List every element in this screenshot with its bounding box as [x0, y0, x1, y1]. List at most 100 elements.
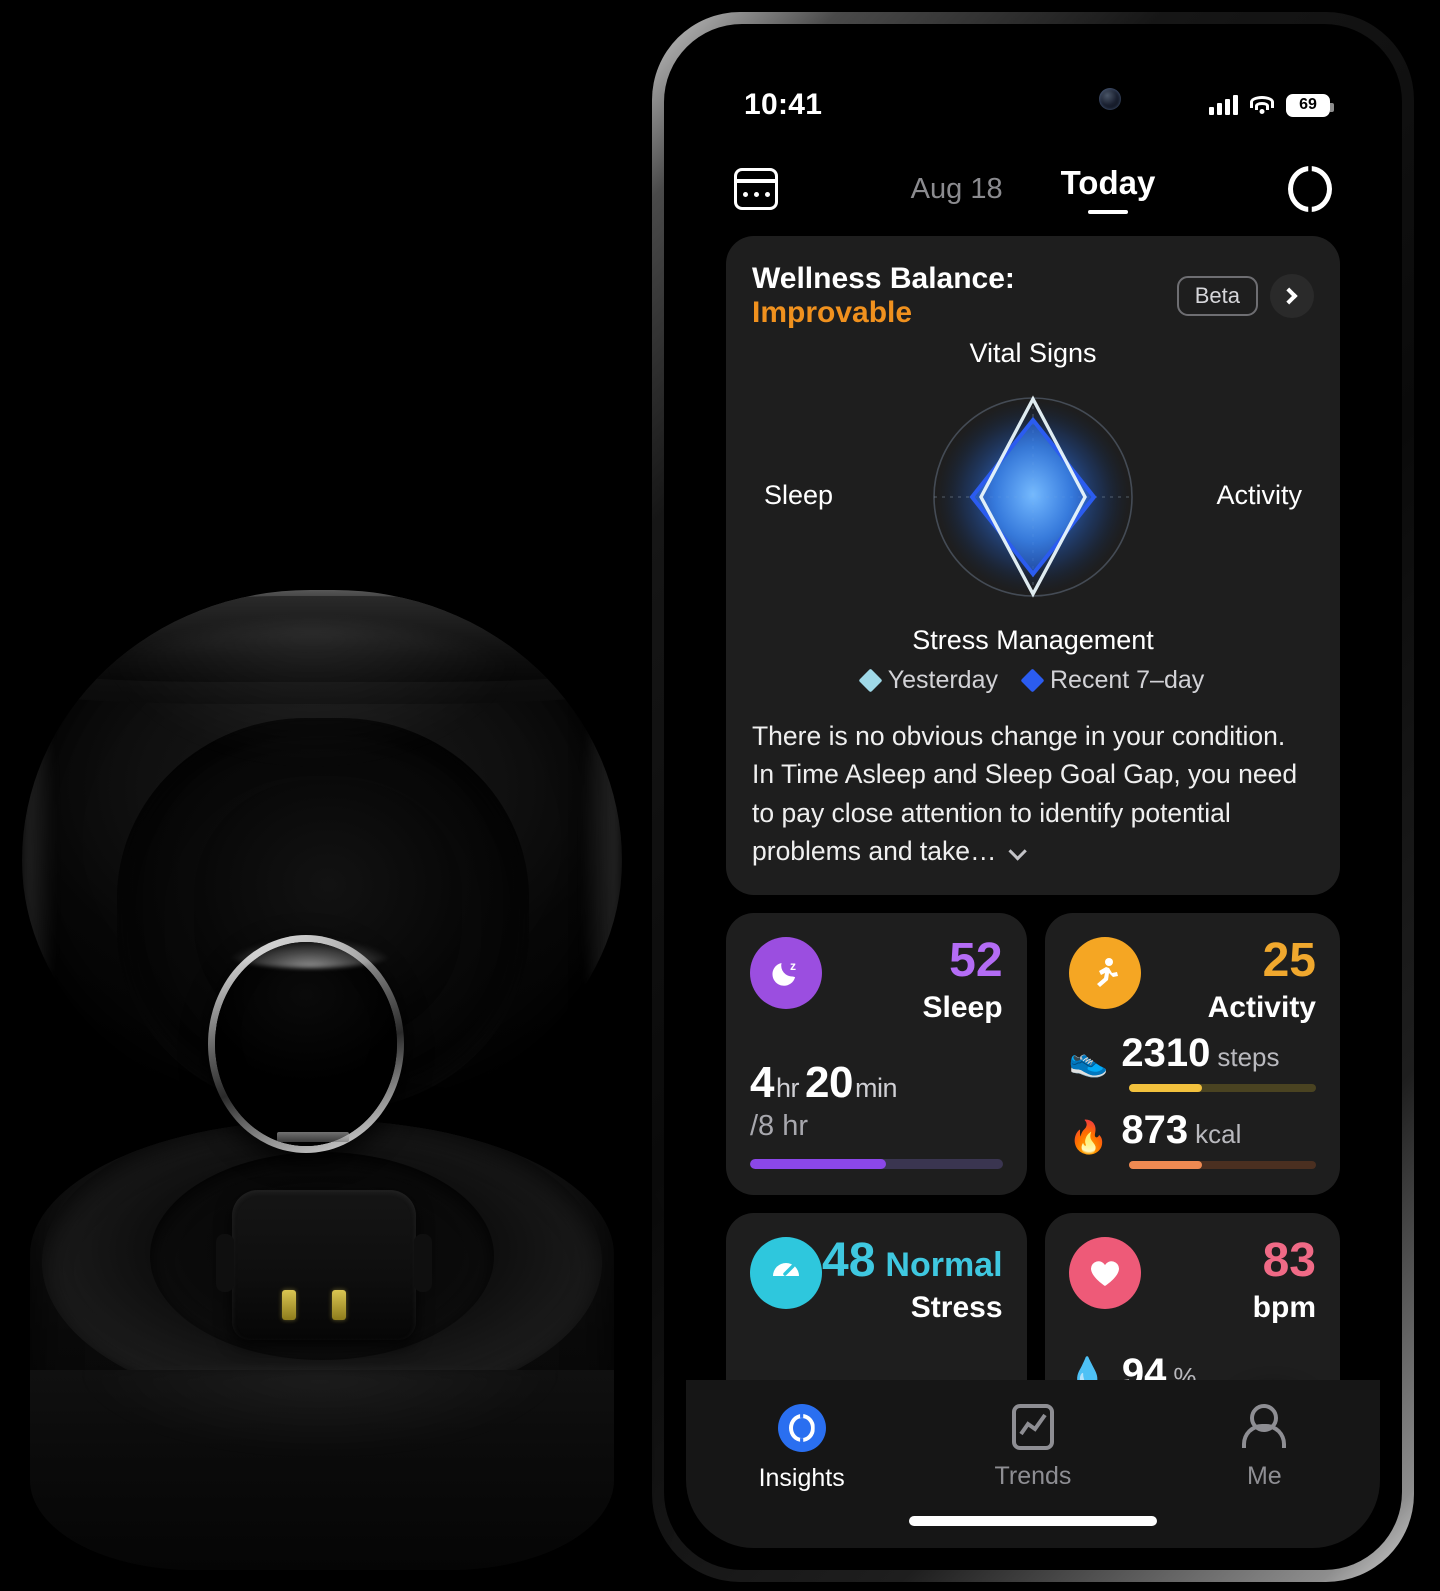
- profile-person-icon: [1243, 1404, 1285, 1450]
- calendar-icon[interactable]: [734, 168, 778, 210]
- activity-card-header: 25 Activity: [1068, 933, 1316, 1024]
- calories-value: 873: [1121, 1107, 1189, 1152]
- sleep-card-header: z 52 Sleep: [750, 933, 1003, 1023]
- status-indicators: 69: [1209, 93, 1334, 117]
- sleep-minutes: 20: [805, 1057, 853, 1107]
- sync-ring-icon[interactable]: [1288, 166, 1332, 212]
- wellness-title: Wellness Balance: Improvable: [752, 262, 1165, 330]
- stress-card-label: Stress: [910, 1290, 1003, 1324]
- stress-gauge-icon: [750, 1236, 822, 1309]
- charging-pin-right: [332, 1290, 346, 1320]
- shoe-icon: 👟: [1068, 1041, 1109, 1078]
- sleep-card[interactable]: z 52 Sleep 4hr 20min /8 hr: [726, 912, 1027, 1195]
- date-tabs: Aug 18 Today: [778, 164, 1288, 214]
- battery-icon: 69: [1286, 93, 1334, 117]
- flame-icon: 🔥: [1068, 1118, 1109, 1155]
- stress-status: Normal: [885, 1245, 1003, 1284]
- insights-ring-icon: [777, 1404, 826, 1452]
- tab-trends[interactable]: Trends: [917, 1404, 1148, 1491]
- sleep-hours: 4: [750, 1057, 774, 1107]
- tab-aug-18[interactable]: Aug 18: [911, 173, 1003, 206]
- activity-card[interactable]: 25 Activity 👟 2310 steps 🔥 873 kcal: [1044, 912, 1340, 1195]
- running-person-icon: [1068, 936, 1141, 1009]
- ring-charging-contact: [277, 1132, 349, 1142]
- chevron-right-icon[interactable]: [1270, 274, 1314, 318]
- screenshot-root: 10:41 69 Aug 18 Today Wellness Balance: …: [0, 0, 1440, 1591]
- phone-screen: 10:41 69 Aug 18 Today Wellness Balance: …: [686, 46, 1380, 1548]
- case-base-gloss: [70, 1370, 570, 1460]
- app-header: Aug 18 Today: [686, 146, 1380, 232]
- wellness-radar-chart: Vital Signs Activity Stress Management S…: [752, 338, 1314, 656]
- charging-pin-left: [282, 1290, 296, 1320]
- legend-label-recent: Recent 7–day: [1050, 666, 1205, 694]
- heart-icon: [1068, 1236, 1141, 1309]
- calories-row: 🔥 873 kcal: [1069, 1108, 1316, 1153]
- legend-label-yesterday: Yesterday: [887, 666, 998, 694]
- steps-progress-bar: [1128, 1083, 1316, 1092]
- calendar-dots: [737, 192, 775, 197]
- tab-me[interactable]: Me: [1149, 1404, 1380, 1491]
- radar-axis-sleep: Sleep: [764, 480, 834, 510]
- activity-card-label: Activity: [1207, 990, 1316, 1024]
- calories-progress-fill: [1128, 1160, 1202, 1169]
- sleep-score: 52 Sleep: [922, 933, 1003, 1023]
- steps-progress-fill: [1128, 1083, 1202, 1092]
- battery-percent: 69: [1299, 96, 1317, 113]
- stress-score: 48 Normal Stress: [822, 1233, 1003, 1324]
- stress-score-line: 48 Normal: [822, 1233, 1003, 1287]
- heart-rate-unit: bpm: [1252, 1290, 1316, 1324]
- calories-unit: kcal: [1195, 1118, 1242, 1149]
- sleep-moon-icon: z: [750, 936, 822, 1009]
- legend-item-yesterday: Yesterday: [858, 666, 998, 695]
- legend-item-recent-7-day: Recent 7–day: [1020, 666, 1205, 695]
- stress-card-header: 48 Normal Stress: [750, 1233, 1003, 1324]
- phone-device: 10:41 69 Aug 18 Today Wellness Balance: …: [652, 12, 1414, 1582]
- tab-label-insights: Insights: [758, 1464, 845, 1492]
- bottom-tab-bar: Insights Trends Me: [686, 1380, 1380, 1548]
- main-content: Wellness Balance: Improvable Beta Vital …: [686, 236, 1380, 1495]
- smart-ring-charging-case-photo: [0, 560, 645, 1591]
- sleep-duration: 4hr 20min: [750, 1058, 1003, 1108]
- stress-score-value: 48: [822, 1233, 876, 1287]
- charging-case-base: [30, 1120, 614, 1570]
- wellness-title-prefix: Wellness Balance:: [752, 262, 1015, 295]
- activity-score: 25 Activity: [1207, 933, 1316, 1024]
- wifi-icon: [1249, 95, 1275, 115]
- radar-svg: [933, 395, 1133, 598]
- cellular-signal-icon: [1209, 95, 1238, 115]
- tab-today[interactable]: Today: [1061, 164, 1156, 214]
- home-indicator: [909, 1516, 1157, 1526]
- heart-card-header: 83 bpm: [1068, 1233, 1316, 1324]
- activity-card-body: 👟 2310 steps 🔥 873 kcal: [1069, 1031, 1316, 1169]
- calories-value-wrap: 873 kcal: [1121, 1108, 1241, 1153]
- sleep-goal: /8 hr: [750, 1109, 809, 1142]
- phone-bezel: 10:41 69 Aug 18 Today Wellness Balance: …: [664, 24, 1402, 1570]
- heart-rate-value: 83: [1262, 1233, 1316, 1287]
- steps-value: 2310: [1121, 1030, 1211, 1075]
- steps-row: 👟 2310 steps: [1069, 1031, 1316, 1076]
- ring-highlight: [225, 938, 395, 968]
- case-lid-edge-right: [582, 700, 622, 1020]
- ring-dock: [216, 1190, 432, 1340]
- sleep-hours-unit: hr: [775, 1072, 800, 1103]
- wellness-description[interactable]: There is no obvious change in your condi…: [752, 717, 1314, 871]
- radar-axis-stress-management: Stress Management: [912, 625, 1154, 655]
- front-camera-icon: [1099, 88, 1121, 110]
- wellness-balance-card[interactable]: Wellness Balance: Improvable Beta Vital …: [726, 236, 1340, 895]
- chevron-down-icon[interactable]: [1007, 842, 1027, 861]
- sleep-score-value: 52: [949, 933, 1003, 987]
- steps-value-wrap: 2310 steps: [1121, 1031, 1279, 1076]
- sleep-progress-fill: [750, 1158, 887, 1169]
- legend-swatch-yesterday: [858, 668, 883, 693]
- smart-ring: [208, 935, 404, 1153]
- steps-unit: steps: [1217, 1041, 1280, 1072]
- legend-swatch-recent: [1020, 668, 1045, 693]
- activity-score-value: 25: [1262, 933, 1316, 987]
- ring-inner-shadow: [215, 942, 397, 1146]
- beta-badge: Beta: [1176, 276, 1258, 316]
- wellness-status: Improvable: [752, 296, 913, 329]
- sleep-card-body: 4hr 20min /8 hr: [750, 1058, 1003, 1169]
- svg-text:z: z: [790, 959, 796, 973]
- dynamic-island: [923, 70, 1143, 128]
- tab-insights[interactable]: Insights: [686, 1404, 917, 1493]
